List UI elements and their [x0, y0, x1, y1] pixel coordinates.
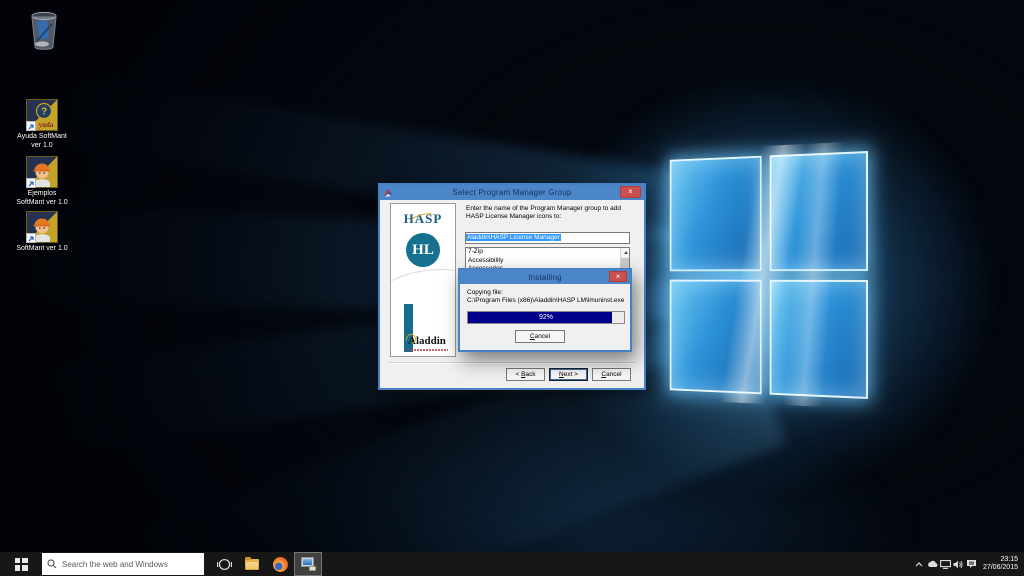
button-separator: [388, 362, 636, 364]
action-center-button[interactable]: [965, 552, 978, 576]
copying-file-label: Copying file:: [467, 289, 503, 296]
onedrive-tray-button[interactable]: [926, 552, 939, 576]
taskbar-search-input[interactable]: Search the web and Windows: [42, 553, 204, 575]
group-name-input[interactable]: Aladdin\HASP License Manager: [465, 232, 630, 244]
chevron-up-icon: [915, 562, 923, 567]
shortcut-arrow-icon: [26, 178, 36, 188]
recycle-bin-icon: [27, 8, 61, 52]
firefox-button[interactable]: [266, 552, 294, 576]
setup-installer-button-active[interactable]: [294, 552, 322, 576]
setup-installer-icon: [300, 557, 316, 571]
icon-label: Ayuda SoftMant ver 1.0: [17, 133, 67, 150]
task-view-button[interactable]: [210, 552, 238, 576]
firefox-icon: [273, 557, 288, 572]
ejemplos-app-icon: [26, 156, 58, 188]
hasp-logo-panel: HASP HL Aladdin: [390, 203, 456, 357]
file-explorer-button[interactable]: [238, 552, 266, 576]
taskbar-clock[interactable]: 23:15 27/06/2015: [983, 556, 1018, 573]
scroll-up-icon[interactable]: [621, 248, 630, 257]
start-button[interactable]: [0, 552, 42, 576]
system-tray: 23:15 27/06/2015: [913, 552, 1024, 576]
svg-text:yuda: yuda: [39, 121, 54, 129]
next-button[interactable]: Next >: [549, 368, 588, 381]
desktop-icon-ayuda-softmant[interactable]: ? yuda Ayuda SoftMant ver 1.0: [0, 99, 84, 150]
volume-icon: [953, 560, 963, 569]
dialog-title: Installing: [460, 273, 630, 282]
hasp-hl-badge: HL: [406, 233, 440, 267]
taskbar-apps: [210, 552, 322, 576]
desktop-icon-recycle-bin[interactable]: [2, 8, 86, 52]
list-item[interactable]: Accessibility: [466, 257, 629, 266]
shortcut-arrow-icon: [26, 121, 36, 131]
network-tray-button[interactable]: [939, 552, 952, 576]
icon-label: SoftMant ver 1.0: [16, 245, 67, 254]
cloud-icon: [927, 560, 938, 568]
cancel-install-button[interactable]: Cancel: [515, 330, 565, 343]
copying-file-path: C:\Program Files (x86)\Aladdin\HASP LM\l…: [467, 297, 624, 304]
dialog-title: Select Program Manager Group: [380, 188, 644, 197]
ayuda-app-icon: ? yuda: [26, 99, 58, 131]
selected-text: Aladdin\HASP License Manager: [466, 234, 561, 241]
volume-tray-button[interactable]: [952, 552, 965, 576]
installing-progress-dialog: Installing × Copying file: C:\Program Fi…: [458, 268, 632, 352]
clock-date: 27/06/2015: [983, 564, 1018, 573]
display-icon: [940, 560, 951, 569]
dialog-titlebar[interactable]: Installing ×: [460, 270, 630, 284]
dialog-titlebar[interactable]: Select Program Manager Group ×: [380, 185, 644, 200]
desktop-icon-ejemplos-softmant[interactable]: Ejemplos SoftMant ver 1.0: [0, 156, 84, 207]
aladdin-tagline: [408, 349, 448, 351]
svg-text:?: ?: [41, 107, 47, 118]
search-icon: [47, 559, 57, 569]
close-icon[interactable]: ×: [609, 271, 627, 282]
instruction-text: Enter the name of the Program Manager gr…: [466, 205, 634, 221]
progress-bar: 92%: [467, 311, 625, 324]
task-view-icon: [217, 559, 232, 570]
close-icon[interactable]: ×: [620, 186, 641, 198]
cancel-button[interactable]: Cancel: [592, 368, 631, 381]
windows-start-icon: [15, 558, 28, 571]
hasp-wordmark: HASP: [391, 211, 455, 227]
shortcut-arrow-icon: [26, 233, 36, 243]
show-hidden-icons-button[interactable]: [913, 552, 926, 576]
desktop-icon-softmant[interactable]: SoftMant ver 1.0: [0, 211, 84, 254]
file-explorer-icon: [245, 559, 259, 570]
clock-time: 23:15: [983, 556, 1018, 565]
taskbar: Search the web and Windows: [0, 552, 1024, 576]
softmant-app-icon: [26, 211, 58, 243]
icon-label: Ejemplos SoftMant ver 1.0: [16, 190, 67, 207]
list-item[interactable]: 7-Zip: [466, 248, 629, 257]
search-placeholder: Search the web and Windows: [62, 560, 168, 569]
action-center-icon: [966, 559, 977, 569]
aladdin-wordmark: Aladdin: [408, 335, 446, 347]
back-button[interactable]: < Back: [506, 368, 545, 381]
progress-percent: 92%: [468, 312, 624, 323]
panel-curve: [390, 263, 456, 328]
